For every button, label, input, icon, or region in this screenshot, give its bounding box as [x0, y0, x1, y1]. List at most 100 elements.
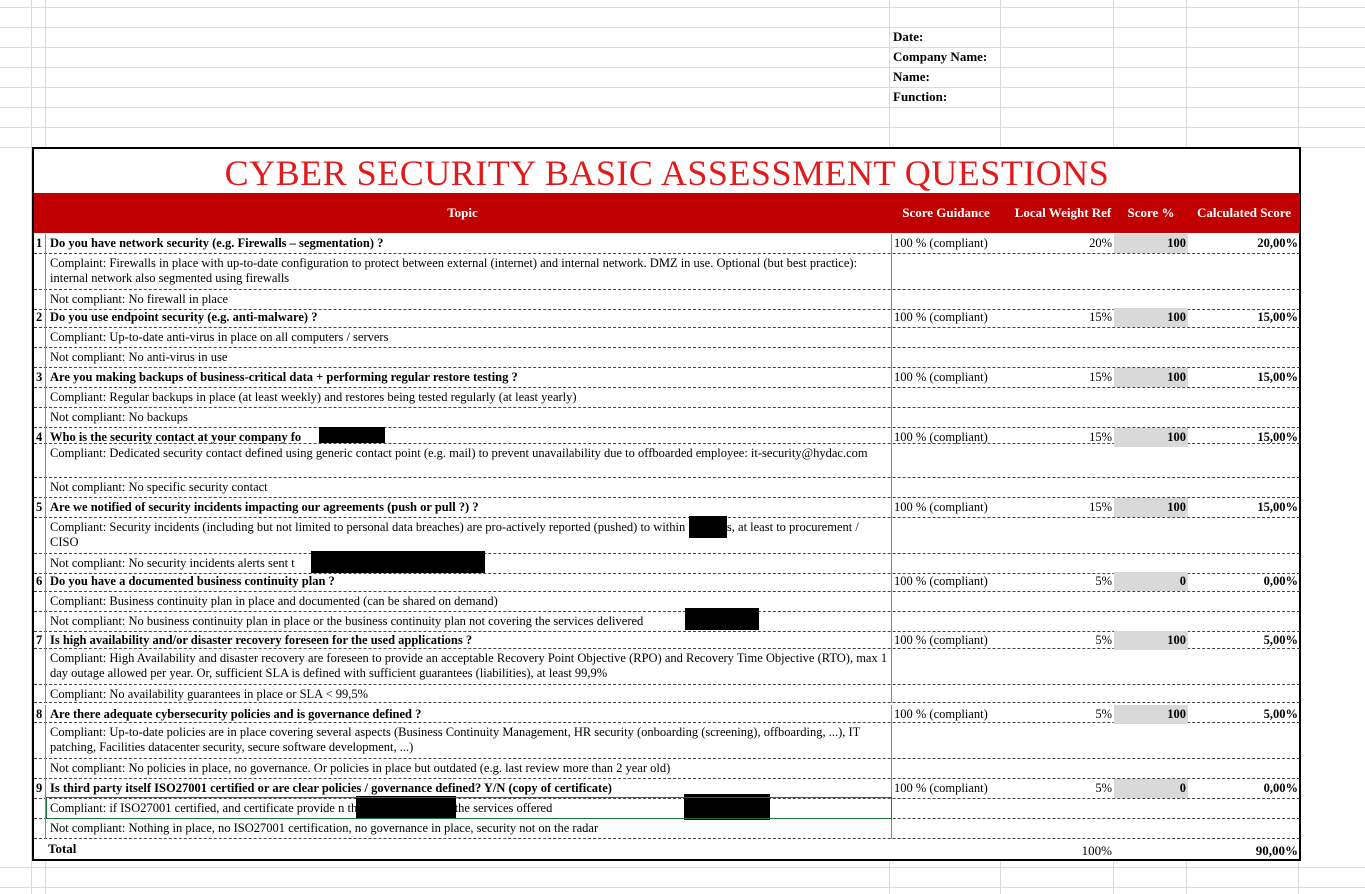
row-divider [891, 444, 892, 478]
row-divider [45, 368, 46, 388]
calculated-score[interactable]: 15,00% [1194, 500, 1298, 515]
not-compliant-text[interactable]: Compliant: No availability guarantees in… [48, 687, 890, 702]
not-compliant-text[interactable]: Not compliant: No backups [48, 410, 890, 425]
row-divider [45, 705, 46, 723]
calculated-score[interactable]: 15,00% [1194, 430, 1298, 445]
question-number[interactable]: 3 [36, 370, 42, 385]
local-weight[interactable]: 5% [1034, 781, 1112, 796]
not-compliant-text[interactable]: Not compliant: No specific security cont… [48, 480, 890, 495]
question-text[interactable]: Are we notified of security incidents im… [48, 500, 890, 515]
calculated-score[interactable]: 5,00% [1194, 707, 1298, 722]
row-divider [891, 572, 892, 592]
local-weight[interactable]: 15% [1034, 500, 1112, 515]
row-divider [45, 759, 46, 779]
score-percent[interactable]: 100 [1114, 498, 1188, 517]
question-text[interactable]: Do you use endpoint security (e.g. anti-… [48, 310, 890, 325]
row-divider [45, 444, 46, 478]
compliant-text[interactable]: Compliant: Up-to-date anti-virus in plac… [48, 330, 890, 345]
row-divider [45, 328, 46, 348]
score-percent[interactable]: 100 [1114, 368, 1188, 387]
compliant-text[interactable]: Complaint: Firewalls in place with up-to… [48, 256, 890, 286]
question-number[interactable]: 7 [36, 633, 42, 648]
score-percent[interactable]: 0 [1114, 779, 1188, 798]
col-topic[interactable]: Topic [34, 193, 891, 233]
calculated-score[interactable]: 5,00% [1194, 633, 1298, 648]
calculated-score[interactable]: 0,00% [1194, 781, 1298, 796]
not-compliant-text[interactable]: Not compliant: No firewall in place [48, 292, 890, 307]
question-number[interactable]: 9 [36, 781, 42, 796]
row-divider [891, 705, 892, 723]
calculated-score[interactable]: 0,00% [1194, 574, 1298, 589]
score-guidance[interactable]: 100 % (compliant) [894, 633, 988, 648]
score-guidance[interactable]: 100 % (compliant) [894, 781, 988, 796]
col-score[interactable]: Score % [1114, 193, 1188, 233]
total-label[interactable]: Total [48, 841, 76, 857]
not-compliant-row: Not compliant: No firewall in place [34, 290, 1300, 310]
row-divider [45, 592, 46, 612]
not-compliant-row: Not compliant: No policies in place, no … [34, 759, 1300, 779]
score-percent[interactable]: 100 [1114, 705, 1188, 724]
compliant-text[interactable]: Compliant: Dedicated security contact de… [48, 446, 890, 461]
question-text[interactable]: Is high availability and/or disaster rec… [48, 633, 890, 648]
row-divider [45, 779, 46, 799]
local-weight[interactable]: 15% [1034, 370, 1112, 385]
calculated-score[interactable]: 20,00% [1194, 236, 1298, 251]
sheet-title[interactable]: CYBER SECURITY BASIC ASSESSMENT QUESTION… [34, 152, 1300, 194]
row-divider [891, 819, 892, 839]
compliant-text[interactable]: Compliant: High Availability and disaste… [48, 651, 890, 681]
question-text[interactable]: Are you making backups of business-criti… [48, 370, 890, 385]
name-label[interactable]: Name: [893, 67, 987, 87]
compliant-text[interactable]: Compliant: Security incidents (including… [48, 520, 890, 550]
compliant-text[interactable]: Compliant: Business continuity plan in p… [48, 594, 890, 609]
score-guidance[interactable]: 100 % (compliant) [894, 430, 988, 445]
not-compliant-text[interactable]: Not compliant: No anti-virus in use [48, 350, 890, 365]
company-name-label[interactable]: Company Name: [893, 47, 987, 67]
question-text[interactable]: Are there adequate cybersecurity policie… [48, 707, 890, 722]
score-percent[interactable]: 100 [1114, 308, 1188, 327]
col-calc[interactable]: Calculated Score [1188, 193, 1300, 233]
score-guidance[interactable]: 100 % (compliant) [894, 707, 988, 722]
question-number[interactable]: 2 [36, 310, 42, 325]
not-compliant-text[interactable]: Not compliant: Nothing in place, no ISO2… [48, 821, 890, 836]
redaction-box [311, 551, 485, 573]
calculated-score[interactable]: 15,00% [1194, 310, 1298, 325]
question-text[interactable]: Do you have network security (e.g. Firew… [48, 236, 890, 251]
score-guidance[interactable]: 100 % (compliant) [894, 310, 988, 325]
question-text[interactable]: Do you have a documented business contin… [48, 574, 890, 589]
question-number[interactable]: 6 [36, 574, 42, 589]
not-compliant-row: Not compliant: No security incidents ale… [34, 554, 1300, 574]
local-weight[interactable]: 20% [1034, 236, 1112, 251]
local-weight[interactable]: 5% [1034, 707, 1112, 722]
score-guidance[interactable]: 100 % (compliant) [894, 574, 988, 589]
compliant-text[interactable]: Compliant: Regular backups in place (at … [48, 390, 890, 405]
col-guidance[interactable]: Score Guidance [891, 193, 1001, 233]
not-compliant-row: Compliant: No availability guarantees in… [34, 685, 1300, 703]
score-percent[interactable]: 100 [1114, 234, 1188, 253]
local-weight[interactable]: 15% [1034, 310, 1112, 325]
not-compliant-text[interactable]: Not compliant: No business continuity pl… [48, 614, 890, 629]
score-percent[interactable]: 0 [1114, 572, 1188, 591]
calculated-score[interactable]: 15,00% [1194, 370, 1298, 385]
compliant-row: Compliant: Up-to-date anti-virus in plac… [34, 328, 1300, 348]
question-number[interactable]: 5 [36, 500, 42, 515]
local-weight[interactable]: 5% [1034, 633, 1112, 648]
local-weight[interactable]: 5% [1034, 574, 1112, 589]
question-number[interactable]: 1 [36, 236, 42, 251]
question-number[interactable]: 8 [36, 707, 42, 722]
col-weight[interactable]: Local Weight Ref [1004, 193, 1122, 233]
score-guidance[interactable]: 100 % (compliant) [894, 500, 988, 515]
question-text[interactable]: Who is the security contact at your comp… [48, 430, 890, 445]
selected-cell[interactable] [46, 797, 892, 819]
function-label[interactable]: Function: [893, 87, 987, 107]
question-number[interactable]: 4 [36, 430, 42, 445]
score-guidance[interactable]: 100 % (compliant) [894, 236, 988, 251]
local-weight[interactable]: 15% [1034, 430, 1112, 445]
score-percent[interactable]: 100 [1114, 631, 1188, 650]
score-guidance[interactable]: 100 % (compliant) [894, 370, 988, 385]
compliant-text[interactable]: Compliant: Up-to-date policies are in pl… [48, 725, 890, 755]
date-label[interactable]: Date: [893, 27, 987, 47]
total-weight[interactable]: 100% [1034, 843, 1112, 859]
total-score[interactable]: 90,00% [1194, 843, 1298, 859]
row-divider [891, 723, 892, 759]
not-compliant-text[interactable]: Not compliant: No policies in place, no … [48, 761, 890, 776]
